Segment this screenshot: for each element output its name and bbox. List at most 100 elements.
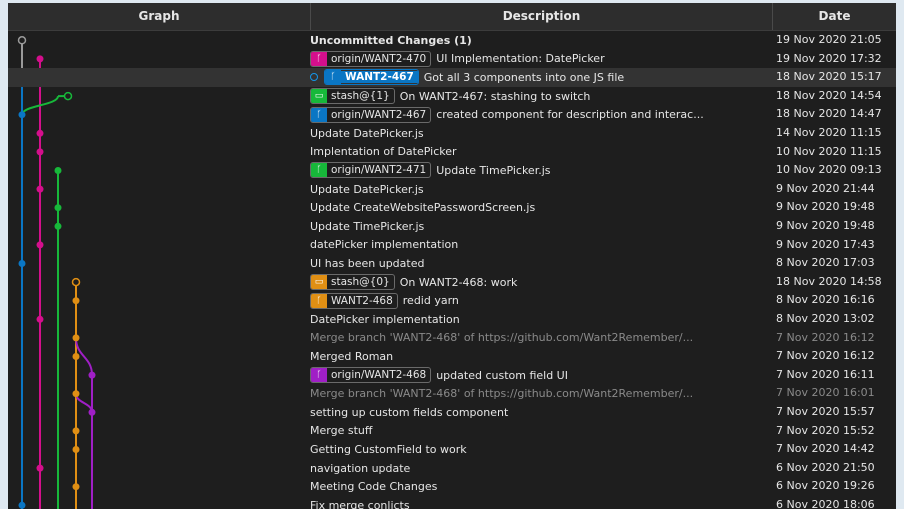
commit-description: Uncommitted Changes (1): [310, 31, 770, 50]
branch-label[interactable]: ᚴ origin/WANT2-468: [310, 367, 432, 384]
commit-description: Fix merge conlicts: [310, 496, 770, 509]
commit-date: 7 Nov 2020 15:52: [776, 423, 875, 437]
commit-date: 19 Nov 2020 17:32: [776, 51, 882, 65]
commit-message: Update DatePicker.js: [310, 126, 424, 140]
commit-message: Merge branch 'WANT2-468' of https://gith…: [310, 331, 694, 345]
commit-row[interactable]: ᚴ origin/WANT2-471 Update TimePicker.js 10 …: [8, 161, 896, 180]
commit-description: setting up custom fields component: [310, 403, 770, 422]
commit-message: Uncommitted Changes (1): [310, 33, 472, 47]
commit-description: navigation update: [310, 459, 770, 478]
commit-description: Update CreateWebsitePasswordScreen.js: [310, 198, 770, 217]
date-column-header[interactable]: Date: [773, 3, 896, 30]
commit-row[interactable]: Meeting Code Changes 6 Nov 2020 19:26: [8, 477, 896, 496]
commit-row[interactable]: Update DatePicker.js 9 Nov 2020 21:44: [8, 180, 896, 199]
commit-message: Implentation of DatePicker: [310, 145, 457, 159]
commit-date: 7 Nov 2020 16:11: [776, 367, 875, 381]
commit-description: ᚴ origin/WANT2-471 Update TimePicker.js: [310, 161, 770, 180]
commit-message: UI Implementation: DatePicker: [436, 52, 605, 66]
commit-date: 7 Nov 2020 16:12: [776, 349, 875, 363]
commit-message: Update CreateWebsitePasswordScreen.js: [310, 201, 536, 215]
commit-date: 19 Nov 2020 21:05: [776, 33, 882, 46]
commit-message: redid yarn: [402, 294, 459, 308]
commit-message: setting up custom fields component: [310, 405, 509, 419]
commit-message: datePicker implementation: [310, 238, 459, 252]
ref-name: origin/WANT2-467: [331, 108, 427, 121]
commit-description: Merge branch 'WANT2-468' of https://gith…: [310, 384, 770, 403]
commit-row[interactable]: Implentation of DatePicker 10 Nov 2020 11…: [8, 143, 896, 162]
commit-row[interactable]: UI has been updated 8 Nov 2020 17:03: [8, 254, 896, 273]
commit-row[interactable]: setting up custom fields component 7 Nov …: [8, 403, 896, 422]
commit-description: Merge stuff: [310, 422, 770, 441]
branch-label[interactable]: ᚴ origin/WANT2-470: [310, 50, 432, 67]
commit-row[interactable]: Merge branch 'WANT2-468' of https://gith…: [8, 329, 896, 348]
commit-date: 10 Nov 2020 11:15: [776, 144, 882, 158]
commit-message: Merge stuff: [310, 424, 373, 438]
commit-date: 6 Nov 2020 21:50: [776, 460, 875, 474]
commit-message: navigation update: [310, 461, 411, 475]
commit-row[interactable]: ᚴ WANT2-467 Got all 3 components into one …: [8, 68, 896, 87]
commit-description: Getting CustomField to work: [310, 440, 770, 459]
commit-row[interactable]: Merge stuff 7 Nov 2020 15:52: [8, 422, 896, 441]
commit-row[interactable]: navigation update 6 Nov 2020 21:50: [8, 459, 896, 478]
commit-row[interactable]: ▭ stash@{1} On WANT2-467: stashing to swit…: [8, 87, 896, 106]
commit-date: 9 Nov 2020 19:48: [776, 200, 875, 214]
commit-row[interactable]: ▭ stash@{0} On WANT2-468: work 18 Nov 2020 …: [8, 273, 896, 292]
commit-description: ᚴ WANT2-468 redid yarn: [310, 291, 770, 310]
commit-description: Update DatePicker.js: [310, 180, 770, 199]
commit-row[interactable]: Merge branch 'WANT2-468' of https://gith…: [8, 384, 896, 403]
commit-description: Meeting Code Changes: [310, 477, 770, 496]
ref-name: origin/WANT2-470: [331, 52, 427, 65]
ref-name: origin/WANT2-468: [331, 369, 427, 382]
stash-label[interactable]: ▭ stash@{1}: [310, 88, 395, 105]
commit-description: ᚴ WANT2-467 Got all 3 components into one …: [310, 68, 770, 87]
commit-date: 8 Nov 2020 13:02: [776, 312, 875, 325]
commit-date: 10 Nov 2020 09:13: [776, 163, 882, 177]
branch-icon: ᚴ: [325, 70, 341, 85]
commit-row[interactable]: ᚴ WANT2-468 redid yarn 8 Nov 2020 16:16: [8, 291, 896, 310]
commit-date: 6 Nov 2020 19:26: [776, 479, 875, 493]
branch-label[interactable]: ᚴ WANT2-468: [310, 292, 398, 309]
commit-row[interactable]: ᚴ origin/WANT2-470 UI Implementation: Date…: [8, 50, 896, 69]
commit-message: Getting CustomField to work: [310, 442, 467, 456]
branch-icon: ᚴ: [311, 293, 327, 308]
ref-name: stash@{0}: [331, 276, 390, 289]
commit-message: On WANT2-467: stashing to switch: [399, 89, 591, 103]
branch-icon: ᚴ: [311, 51, 327, 66]
commit-date: 8 Nov 2020 16:16: [776, 293, 875, 307]
description-column-header[interactable]: Description: [311, 3, 772, 30]
commit-description: ᚴ origin/WANT2-467 created component for d…: [310, 105, 770, 124]
commit-date: 7 Nov 2020 15:57: [776, 405, 875, 418]
graph-column-header[interactable]: Graph: [8, 3, 310, 30]
branch-label[interactable]: ᚴ origin/WANT2-467: [310, 106, 432, 123]
commit-row[interactable]: Update CreateWebsitePasswordScreen.js 9 N…: [8, 198, 896, 217]
commit-date: 18 Nov 2020 14:58: [776, 274, 882, 288]
commit-message: On WANT2-468: work: [399, 275, 518, 289]
commit-message: Fix merge conlicts: [310, 498, 410, 509]
commit-date: 6 Nov 2020 18:06: [776, 498, 875, 509]
ref-name: WANT2-467: [341, 71, 418, 84]
commit-date: 14 Nov 2020 11:15: [776, 126, 882, 139]
branch-label[interactable]: ᚴ origin/WANT2-471: [310, 162, 432, 179]
commit-description: UI has been updated: [310, 254, 770, 273]
commit-message: UI has been updated: [310, 256, 425, 270]
commit-row[interactable]: ᚴ origin/WANT2-468 updated custom field UI…: [8, 366, 896, 385]
commit-description: ▭ stash@{1} On WANT2-467: stashing to swit…: [310, 87, 770, 106]
column-header: Graph Description Date: [8, 3, 896, 31]
commit-row[interactable]: Merged Roman 7 Nov 2020 16:12: [8, 347, 896, 366]
commit-date: 9 Nov 2020 17:43: [776, 237, 875, 251]
commit-date: 18 Nov 2020 15:17: [776, 70, 882, 84]
commit-row[interactable]: DatePicker implementation 8 Nov 2020 13:0…: [8, 310, 896, 329]
commit-row[interactable]: ᚴ origin/WANT2-467 created component for d…: [8, 105, 896, 124]
commit-row[interactable]: Update DatePicker.js 14 Nov 2020 11:15: [8, 124, 896, 143]
commit-row[interactable]: datePicker implementation 9 Nov 2020 17:4…: [8, 236, 896, 255]
commit-description: Merged Roman: [310, 347, 770, 366]
commit-row[interactable]: Update TimePicker.js 9 Nov 2020 19:48: [8, 217, 896, 236]
commit-row[interactable]: Getting CustomField to work 7 Nov 2020 14…: [8, 440, 896, 459]
commit-row[interactable]: Fix merge conlicts 6 Nov 2020 18:06: [8, 496, 896, 509]
commit-description: Implentation of DatePicker: [310, 143, 770, 162]
branch-label[interactable]: ᚴ WANT2-467: [324, 69, 419, 86]
stash-label[interactable]: ▭ stash@{0}: [310, 274, 395, 291]
commit-row[interactable]: Uncommitted Changes (1) 19 Nov 2020 21:05: [8, 31, 896, 50]
commit-description: DatePicker implementation: [310, 310, 770, 329]
commit-date: 8 Nov 2020 17:03: [776, 256, 875, 270]
